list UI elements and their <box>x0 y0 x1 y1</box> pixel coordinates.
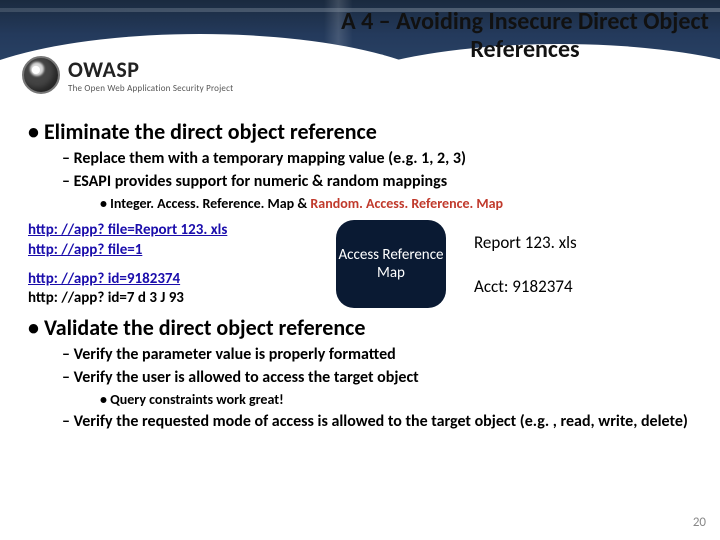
bullet-verify-format: Verify the parameter value is properly f… <box>62 345 700 364</box>
owasp-logo-text: OWASP <box>68 56 233 83</box>
target-acct: Acct: 9182374 <box>474 276 644 297</box>
example-link-file-report[interactable]: http: //app? file=Report 123. xls <box>28 220 308 240</box>
bullet-maps: Integer. Access. Reference. Map & Random… <box>100 195 700 212</box>
example-urls: http: //app? file=Report 123. xls http: … <box>28 220 308 308</box>
bullet-replace-mapping: Replace them with a temporary mapping va… <box>62 149 700 168</box>
access-reference-map-bubble: Access Reference Map <box>336 220 446 308</box>
target-report: Report 123. xls <box>474 232 644 253</box>
example-link-file-1[interactable]: http: //app? file=1 <box>28 240 308 260</box>
slide-body: Eliminate the direct object reference Re… <box>28 118 700 435</box>
text-amp: & <box>294 195 310 212</box>
page-number: 20 <box>693 515 706 530</box>
bullet-validate: Validate the direct object reference <box>28 314 700 341</box>
bullet-esapi: ESAPI provides support for numeric & ran… <box>62 172 700 191</box>
text-integer-map: Integer. Access. Reference. Map <box>110 195 294 212</box>
example-text-id-rand: http: //app? id=7 d 3 J 93 <box>28 289 184 307</box>
bullet-query-constraints: Query constraints work great! <box>100 391 700 408</box>
example-targets: Report 123. xls Acct: 9182374 <box>474 220 644 308</box>
bullet-verify-mode: Verify the requested mode of access is a… <box>62 412 700 431</box>
example-row: http: //app? file=Report 123. xls http: … <box>28 220 700 308</box>
bullet-eliminate: Eliminate the direct object reference <box>28 118 700 145</box>
owasp-logo-subtitle: The Open Web Application Security Projec… <box>68 83 233 94</box>
bullet-verify-user: Verify the user is allowed to access the… <box>62 368 700 387</box>
owasp-logo: OWASP The Open Web Application Security … <box>22 56 233 94</box>
owasp-logo-icon <box>22 56 60 94</box>
text-random-map: Random. Access. Reference. Map <box>310 195 503 212</box>
example-link-id-num[interactable]: http: //app? id=9182374 <box>28 269 308 289</box>
slide-title: A 4 – Avoiding Insecure Direct Object Re… <box>340 8 710 63</box>
